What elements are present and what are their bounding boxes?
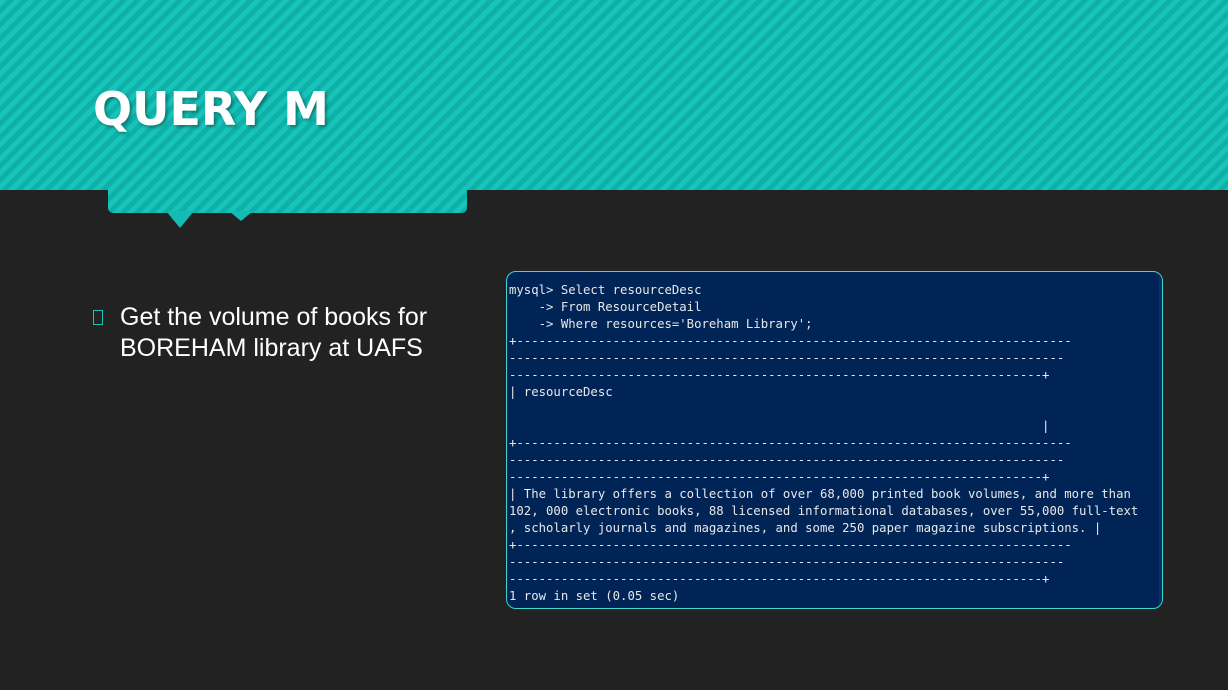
terminal-line: , scholarly journals and magazines, and … — [509, 521, 1102, 535]
terminal-line: 102, 000 electronic books, 88 licensed i… — [509, 504, 1139, 518]
slide-title: QUERY M — [93, 82, 329, 136]
terminal-output: mysql> Select resourceDesc -> From Resou… — [509, 282, 1138, 605]
terminal-line: | — [509, 419, 1050, 433]
terminal-line: ----------------------------------------… — [509, 555, 1065, 569]
terminal-line: mysql> Select resourceDesc — [509, 283, 702, 297]
terminal-edge — [1159, 272, 1162, 608]
banner-notch-decoration — [229, 211, 253, 221]
terminal-line: +---------------------------------------… — [509, 538, 1072, 552]
terminal-line: ----------------------------------------… — [509, 470, 1050, 484]
terminal-line: ----------------------------------------… — [509, 453, 1065, 467]
terminal-line: ----------------------------------------… — [509, 351, 1065, 365]
bullet-square-icon — [93, 310, 103, 325]
terminal-line: | The library offers a collection of ove… — [509, 487, 1131, 501]
bullet-item: Get the volume of books for BOREHAM libr… — [93, 302, 453, 364]
terminal-line: -> Where resources='Boreham Library'; — [509, 317, 813, 331]
banner-notch-decoration — [166, 211, 194, 228]
terminal-line: +---------------------------------------… — [509, 436, 1072, 450]
bullet-text: Get the volume of books for BOREHAM libr… — [120, 303, 428, 362]
terminal-line: | resourceDesc — [509, 385, 613, 399]
terminal-line: ----------------------------------------… — [509, 572, 1050, 586]
terminal-line: ----------------------------------------… — [509, 368, 1050, 382]
terminal-line: +---------------------------------------… — [509, 334, 1072, 348]
banner-tab-decoration — [108, 189, 467, 213]
terminal-line: 1 row in set (0.05 sec) — [509, 589, 680, 603]
mysql-terminal-screenshot: mysql> Select resourceDesc -> From Resou… — [506, 271, 1163, 609]
terminal-line: -> From ResourceDetail — [509, 300, 702, 314]
